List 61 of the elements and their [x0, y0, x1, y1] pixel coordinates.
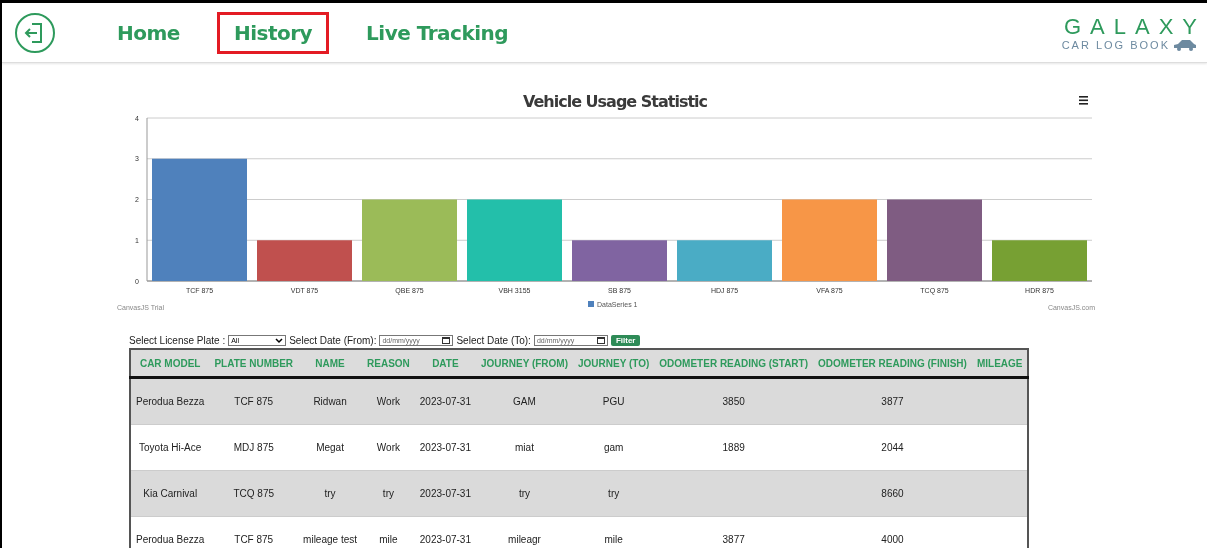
table-cell: Work — [362, 424, 415, 471]
table-cell: 2023-07-31 — [414, 516, 476, 548]
table-cell: 1889 — [654, 424, 814, 471]
table-cell: 3877 — [654, 516, 814, 548]
table-cell: 3877 — [813, 377, 972, 425]
nav-link[interactable]: Live Tracking — [349, 11, 526, 54]
calendar-icon[interactable] — [442, 337, 451, 344]
field-label: Select Date (To): — [456, 335, 531, 346]
table-cell: gam — [573, 424, 655, 471]
column-header: MILEAGE — [971, 349, 1029, 378]
chevron-icon — [275, 337, 284, 344]
field-label: Select Date (From): — [289, 335, 377, 346]
filter-button[interactable]: Filter — [610, 335, 641, 346]
table-cell: try — [475, 470, 573, 517]
column-header: ODOMETER READING (START) — [654, 349, 814, 378]
table-cell: try — [298, 470, 362, 517]
table-cell: TCQ 875 — [209, 470, 299, 517]
table-cell: mileagr — [475, 516, 573, 548]
table-cell: Perodua Bezza — [130, 516, 210, 548]
table-cell: TCF 875 — [209, 516, 299, 548]
table-cell: 4000 — [813, 516, 972, 548]
column-header: REASON — [362, 349, 415, 378]
table-cell: 8660 — [813, 470, 972, 517]
column-header: JOURNEY (FROM) — [475, 349, 573, 378]
table-cell: mile — [362, 516, 415, 548]
nav-link[interactable]: History — [216, 11, 330, 54]
table-cell: mileage test — [298, 516, 362, 548]
table-cell: mile — [573, 516, 655, 548]
logout-icon[interactable] — [14, 11, 56, 54]
column-header: PLATE NUMBER — [209, 349, 299, 378]
table-cell: MDJ 875 — [209, 424, 299, 471]
column-header: CAR MODEL — [130, 349, 210, 378]
table-cell: Work — [362, 377, 415, 425]
calendar-icon[interactable] — [596, 337, 605, 344]
car-icon — [1173, 38, 1197, 51]
table-cell: Toyota Hi-Ace — [130, 424, 210, 471]
column-header: NAME — [298, 349, 362, 378]
table-cell: PGU — [573, 377, 655, 425]
table-cell: 2023-07-31 — [414, 377, 476, 425]
table-cell: try — [573, 470, 655, 517]
brand-subtitle: CAR LOG BOOK — [1061, 38, 1170, 51]
brand-title: GALAXY — [1063, 14, 1206, 39]
menu-icon[interactable] — [1079, 96, 1088, 105]
table-cell: TCF 875 — [209, 377, 299, 425]
chart-title: Vehicle Usage Statistic — [522, 92, 708, 111]
table-cell: try — [362, 470, 415, 517]
column-header: ODOMETER READING (FINISH) — [813, 349, 972, 378]
table-cell: Kia Carnival — [130, 470, 210, 517]
nav-link[interactable]: Home — [100, 11, 197, 54]
table-cell: Ridwan — [298, 377, 362, 425]
column-header: JOURNEY (TO) — [573, 349, 655, 378]
table-cell: 2023-07-31 — [414, 470, 476, 517]
table-cell: miat — [475, 424, 573, 471]
field-label: Select License Plate : — [129, 335, 226, 346]
table-cell: GAM — [475, 377, 573, 425]
table-cell: 3850 — [654, 377, 814, 425]
column-header: DATE — [414, 349, 476, 378]
table-cell: 2023-07-31 — [414, 424, 476, 471]
table-cell: Perodua Bezza — [130, 377, 210, 425]
table-cell: 2044 — [813, 424, 972, 471]
table-cell: Megat — [298, 424, 362, 471]
